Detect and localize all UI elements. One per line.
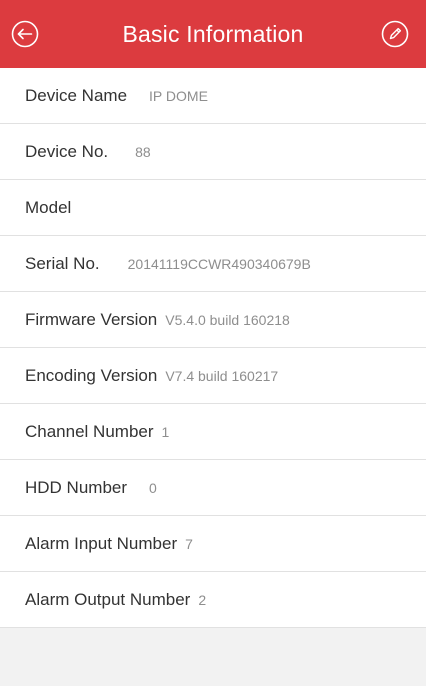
channel-number-value: 1 [161, 423, 170, 440]
back-button[interactable] [10, 19, 40, 49]
model-row: Model [0, 180, 426, 236]
device-name-value: IP DOME [149, 87, 208, 104]
hdd-number-label: HDD Number [25, 477, 128, 497]
alarm-input-number-label: Alarm Input Number [25, 533, 178, 553]
info-list: Device Name IP DOME Device No. 88 Model … [0, 68, 426, 628]
device-no-value: 88 [135, 143, 151, 160]
basic-information-screen: Basic Information Device Name IP DOME De… [0, 0, 426, 686]
serial-no-row: Serial No. 20141119CCWR490340679B [0, 236, 426, 292]
hdd-number-row: HDD Number 0 [0, 460, 426, 516]
device-no-row: Device No. 88 [0, 124, 426, 180]
alarm-output-number-label: Alarm Output Number [25, 589, 191, 609]
alarm-output-number-value: 2 [198, 591, 207, 608]
encoding-version-value: V7.4 build 160217 [165, 367, 279, 384]
alarm-input-number-row: Alarm Input Number 7 [0, 516, 426, 572]
serial-no-label: Serial No. [25, 253, 100, 273]
pencil-edit-icon [381, 20, 409, 48]
device-name-row: Device Name IP DOME [0, 68, 426, 124]
encoding-version-row: Encoding Version V7.4 build 160217 [0, 348, 426, 404]
serial-no-value: 20141119CCWR490340679B [127, 255, 311, 272]
model-label: Model [25, 197, 72, 217]
footer-area [0, 628, 426, 686]
device-name-label: Device Name [25, 85, 128, 105]
alarm-output-number-row: Alarm Output Number 2 [0, 572, 426, 628]
channel-number-row: Channel Number 1 [0, 404, 426, 460]
hdd-number-value: 0 [149, 479, 157, 496]
firmware-version-row: Firmware Version V5.4.0 build 160218 [0, 292, 426, 348]
page-title: Basic Information [122, 20, 304, 47]
edit-button[interactable] [380, 19, 410, 49]
header-bar: Basic Information [0, 0, 426, 68]
device-no-label: Device No. [25, 141, 109, 161]
alarm-input-number-value: 7 [185, 535, 193, 552]
firmware-version-label: Firmware Version [25, 309, 158, 329]
back-arrow-icon [11, 20, 39, 48]
channel-number-label: Channel Number [25, 421, 154, 441]
firmware-version-value: V5.4.0 build 160218 [165, 311, 290, 328]
encoding-version-label: Encoding Version [25, 365, 158, 385]
